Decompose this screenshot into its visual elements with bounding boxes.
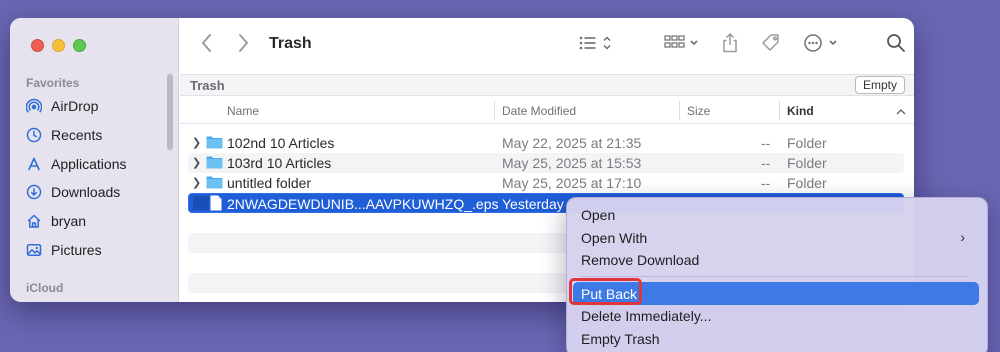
menu-item-remove-download[interactable]: Remove Download <box>573 248 979 271</box>
file-size: -- <box>761 155 771 171</box>
sidebar-item-applications[interactable]: Applications <box>26 153 127 175</box>
sidebar-item-label: Applications <box>51 156 127 172</box>
clock-icon <box>26 127 42 143</box>
file-name: 2NWAGDEWDUNIB...AAVPKUWHZQ_.eps <box>227 196 499 212</box>
table-row[interactable]: ❯ 103rd 10 Articles May 25, 2025 at 15:5… <box>188 153 904 173</box>
menu-item-empty-trash[interactable]: Empty Trash <box>573 327 979 350</box>
disclosure-triangle-icon[interactable]: ❯ <box>192 156 201 169</box>
menu-item-label: Open With <box>581 230 648 246</box>
search-icon <box>887 34 905 52</box>
sidebar-item-label: AirDrop <box>51 98 99 114</box>
menu-item-label: Empty Trash <box>581 331 660 347</box>
applications-icon <box>28 157 40 171</box>
grid-icon <box>664 35 698 48</box>
view-options-button[interactable] <box>578 32 616 54</box>
folder-icon <box>206 176 223 189</box>
menu-separator <box>580 276 969 277</box>
tag-icon <box>762 34 779 51</box>
sidebar-section-icloud: iCloud <box>26 281 64 295</box>
sidebar-item-pictures[interactable]: Pictures <box>26 239 102 261</box>
sidebar-item-recents[interactable]: Recents <box>26 124 102 146</box>
disclosure-triangle-icon[interactable]: ❯ <box>192 136 201 149</box>
sidebar-item-home[interactable]: bryan <box>26 210 86 232</box>
file-name: untitled folder <box>227 175 312 191</box>
sidebar-item-label: Downloads <box>51 184 121 200</box>
file-date: May 25, 2025 at 17:10 <box>502 175 642 191</box>
airdrop-icon <box>26 98 42 113</box>
file-name: 103rd 10 Articles <box>227 155 332 171</box>
file-name: 102nd 10 Articles <box>227 135 335 151</box>
forward-button[interactable] <box>236 32 250 54</box>
minimize-button[interactable] <box>52 39 65 52</box>
home-icon <box>27 214 41 228</box>
sidebar-item-label: Recents <box>51 127 103 143</box>
download-icon <box>26 184 42 200</box>
table-row[interactable]: ❯ untitled folder May 25, 2025 at 17:10 … <box>188 173 904 193</box>
share-button[interactable] <box>721 32 739 54</box>
sidebar-scrollbar[interactable] <box>167 74 173 150</box>
menu-item-label: Remove Download <box>581 252 700 268</box>
sort-chevron-up-icon[interactable] <box>896 108 906 115</box>
file-date: Yesterday <box>502 196 564 212</box>
menu-item-open[interactable]: Open <box>573 203 979 226</box>
search-button[interactable] <box>886 32 906 54</box>
column-divider[interactable] <box>679 101 680 120</box>
column-name[interactable]: Name <box>227 104 259 118</box>
group-button[interactable] <box>664 32 702 54</box>
chevron-right-icon <box>239 34 248 52</box>
column-date-modified[interactable]: Date Modified <box>502 104 576 118</box>
column-divider[interactable] <box>779 101 780 120</box>
action-button[interactable] <box>803 32 841 54</box>
zoom-button[interactable] <box>73 39 86 52</box>
document-icon <box>210 195 222 211</box>
menu-item-label: Open <box>581 207 616 223</box>
file-date: May 22, 2025 at 21:35 <box>502 135 642 151</box>
column-size[interactable]: Size <box>687 104 710 118</box>
back-button[interactable] <box>200 32 214 54</box>
folder-icon <box>206 136 223 149</box>
sidebar-item-airdrop[interactable]: AirDrop <box>26 95 98 117</box>
column-header: Name Date Modified Size Kind <box>180 97 914 124</box>
traffic-lights <box>31 39 86 52</box>
path-bar-label: Trash <box>190 78 225 93</box>
ellipsis-circle-icon <box>804 34 837 52</box>
empty-trash-button[interactable]: Empty <box>854 76 905 94</box>
list-view-icon <box>579 36 611 50</box>
path-bar: Trash Empty <box>180 74 914 96</box>
file-kind: Folder <box>787 155 827 171</box>
share-icon <box>723 32 737 53</box>
sidebar-item-label: Pictures <box>51 242 102 258</box>
sidebar-section-favorites: Favorites <box>26 76 80 90</box>
sidebar-item-label: bryan <box>51 213 87 229</box>
disclosure-triangle-icon[interactable]: ❯ <box>192 176 201 189</box>
window-title: Trash <box>269 35 312 52</box>
file-size: -- <box>761 135 771 151</box>
close-button[interactable] <box>31 39 44 52</box>
chevron-right-icon: › <box>960 229 965 245</box>
folder-icon <box>206 156 223 169</box>
menu-item-delete-immediately[interactable]: Delete Immediately... <box>573 304 979 327</box>
table-row[interactable]: ❯ 102nd 10 Articles May 22, 2025 at 21:3… <box>188 133 904 153</box>
menu-item-open-with[interactable]: Open With › <box>573 226 979 249</box>
file-date: May 25, 2025 at 15:53 <box>502 155 642 171</box>
annotation-highlight-box <box>569 278 642 305</box>
photo-icon <box>26 244 42 256</box>
toolbar: Trash <box>180 18 914 74</box>
chevron-left-icon <box>202 34 211 52</box>
column-divider[interactable] <box>494 101 495 120</box>
sidebar: Favorites AirDrop Recents Applications D… <box>10 18 179 302</box>
menu-item-label: Delete Immediately... <box>581 308 712 324</box>
file-kind: Folder <box>787 135 827 151</box>
file-size: -- <box>761 175 771 191</box>
file-kind: Folder <box>787 175 827 191</box>
context-menu: Open Open With › Remove Download Put Bac… <box>566 197 988 352</box>
tags-button[interactable] <box>760 32 782 54</box>
file-thumbnail-icon <box>193 196 209 210</box>
column-kind[interactable]: Kind <box>787 104 814 118</box>
sidebar-item-downloads[interactable]: Downloads <box>26 181 120 203</box>
